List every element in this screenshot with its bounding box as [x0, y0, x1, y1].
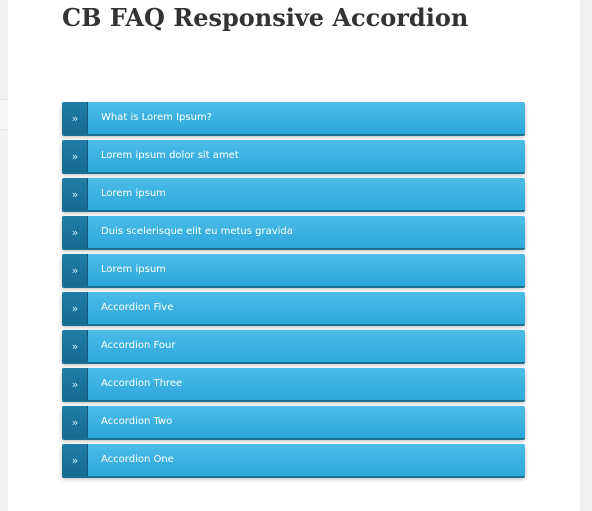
accordion-item[interactable]: » Lorem ipsum	[62, 178, 525, 210]
accordion-item-label: Lorem ipsum	[101, 188, 166, 199]
accordion-item[interactable]: » Lorem ipsum	[62, 254, 525, 286]
double-chevron-right-icon: »	[62, 254, 88, 286]
accordion-item-label: What is Lorem Ipsum?	[101, 112, 212, 123]
accordion-item-label: Lorem ipsum dolor sit amet	[101, 150, 239, 161]
accordion-item[interactable]: » Accordion Four	[62, 330, 525, 362]
double-chevron-right-icon: »	[62, 140, 88, 172]
accordion-item-label: Accordion Four	[101, 340, 176, 351]
double-chevron-right-icon: »	[62, 178, 88, 210]
accordion-item-label: Duis scelerisque elit eu metus gravida	[101, 226, 293, 237]
accordion-item[interactable]: » Duis scelerisque elit eu metus gravida	[62, 216, 525, 248]
left-divider	[0, 99, 8, 130]
accordion-item[interactable]: » Lorem ipsum dolor sit amet	[62, 140, 525, 172]
faq-accordion: » What is Lorem Ipsum? » Lorem ipsum dol…	[62, 102, 525, 482]
right-gutter	[580, 0, 592, 511]
accordion-item[interactable]: » Accordion Two	[62, 406, 525, 438]
double-chevron-right-icon: »	[62, 406, 88, 438]
accordion-item-label: Accordion Three	[101, 378, 183, 389]
accordion-item-label: Accordion One	[101, 454, 174, 465]
accordion-item-label: Accordion Two	[101, 416, 173, 427]
accordion-item-label: Accordion Five	[101, 302, 174, 313]
accordion-item[interactable]: » Accordion Five	[62, 292, 525, 324]
accordion-item[interactable]: » What is Lorem Ipsum?	[62, 102, 525, 134]
page-content: CB FAQ Responsive Accordion » What is Lo…	[8, 0, 580, 511]
double-chevron-right-icon: »	[62, 330, 88, 362]
double-chevron-right-icon: »	[62, 216, 88, 248]
double-chevron-right-icon: »	[62, 102, 88, 134]
double-chevron-right-icon: »	[62, 444, 88, 476]
double-chevron-right-icon: »	[62, 368, 88, 400]
double-chevron-right-icon: »	[62, 292, 88, 324]
accordion-item[interactable]: » Accordion Three	[62, 368, 525, 400]
accordion-item-label: Lorem ipsum	[101, 264, 166, 275]
page-title: CB FAQ Responsive Accordion	[62, 3, 469, 32]
accordion-item[interactable]: » Accordion One	[62, 444, 525, 476]
